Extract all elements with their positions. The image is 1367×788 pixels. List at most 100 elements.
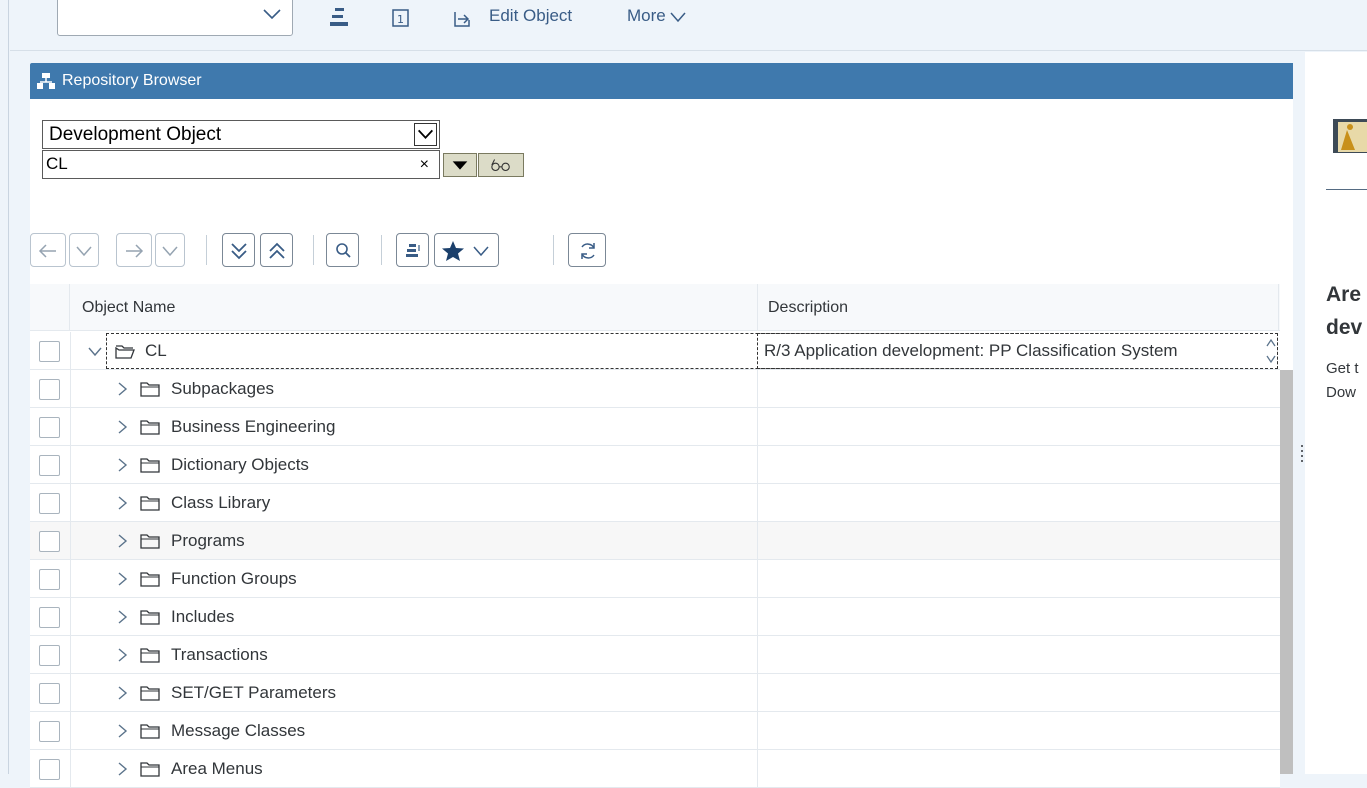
find-button[interactable] — [326, 233, 359, 267]
value-help-dropdown-button[interactable] — [443, 153, 477, 177]
arrow-right-icon — [126, 244, 144, 258]
clear-icon[interactable]: × — [420, 156, 429, 174]
chevron-right-icon[interactable] — [115, 609, 129, 625]
select-column-header[interactable] — [30, 284, 70, 331]
column-divider — [757, 712, 758, 750]
row-checkbox[interactable] — [39, 759, 60, 780]
left-edge — [8, 0, 9, 774]
search-icon — [336, 243, 351, 258]
row-checkbox[interactable] — [39, 531, 60, 552]
tree-node-label: Message Classes — [171, 721, 306, 740]
edit-object-icon[interactable] — [452, 6, 474, 30]
back-history-dropdown[interactable] — [69, 233, 99, 267]
column-divider — [70, 408, 71, 446]
table-row[interactable]: Includes — [30, 598, 1280, 636]
table-row[interactable]: Programs — [30, 522, 1280, 560]
table-row[interactable]: Message Classes — [30, 712, 1280, 750]
chevron-down-icon — [263, 9, 281, 20]
column-header-description[interactable]: Description — [768, 299, 848, 317]
repository-browser-panel: Repository Browser Development Object CL… — [30, 63, 1296, 788]
collapse-all-button[interactable] — [260, 233, 293, 267]
column-divider — [70, 446, 71, 484]
chevron-right-icon[interactable] — [115, 495, 129, 511]
row-checkbox[interactable] — [39, 569, 60, 590]
table-row[interactable]: Dictionary Objects — [30, 446, 1280, 484]
folder-icon — [140, 382, 160, 397]
side-panel-title-line1: Are — [1326, 283, 1362, 306]
panel-header: Repository Browser — [30, 63, 1296, 99]
chevron-down-icon — [473, 246, 489, 257]
chevron-down-icon — [162, 246, 178, 257]
chevron-right-icon[interactable] — [115, 533, 129, 549]
side-panel-link[interactable]: Dow — [1326, 384, 1356, 401]
table-row[interactable]: Business Engineering — [30, 408, 1280, 446]
table-row[interactable]: CL R/3 Application development: PP Class… — [30, 332, 1280, 370]
object-list-button[interactable] — [396, 233, 429, 267]
column-divider — [757, 284, 758, 331]
chevron-right-icon[interactable] — [115, 761, 129, 777]
tree-node-label: Function Groups — [171, 569, 297, 588]
toolbar-separator — [381, 235, 382, 265]
folder-icon — [140, 534, 160, 549]
display-glasses-icon[interactable] — [478, 153, 524, 177]
column-divider — [757, 560, 758, 598]
chevron-right-icon[interactable] — [115, 457, 129, 473]
favorites-button[interactable] — [434, 233, 499, 267]
expand-all-icon — [231, 243, 247, 260]
tree-toolbar — [30, 233, 630, 269]
column-divider — [70, 560, 71, 598]
collapse-all-icon — [269, 242, 285, 259]
chevron-right-icon[interactable] — [115, 419, 129, 435]
row-checkbox[interactable] — [39, 417, 60, 438]
row-checkbox[interactable] — [39, 493, 60, 514]
chevron-right-icon[interactable] — [115, 685, 129, 701]
refresh-button[interactable] — [568, 233, 606, 267]
row-checkbox[interactable] — [39, 379, 60, 400]
object-type-select[interactable]: Development Object — [42, 120, 440, 149]
table-row[interactable]: Class Library — [30, 484, 1280, 522]
tree-node-description: R/3 Application development: PP Classifi… — [764, 341, 1178, 360]
table-row[interactable]: SET/GET Parameters — [30, 674, 1280, 712]
more-button[interactable]: More — [627, 6, 687, 26]
column-divider — [757, 750, 758, 788]
column-divider — [70, 522, 71, 560]
column-divider — [757, 598, 758, 636]
panel-title: Repository Browser — [62, 72, 202, 89]
row-checkbox[interactable] — [39, 645, 60, 666]
table-row[interactable]: Function Groups — [30, 560, 1280, 598]
column-divider — [1278, 284, 1279, 331]
forward-history-dropdown[interactable] — [155, 233, 185, 267]
chevron-down-icon[interactable] — [88, 343, 102, 359]
row-checkbox[interactable] — [39, 455, 60, 476]
row-checkbox[interactable] — [39, 683, 60, 704]
top-combo-box[interactable] — [57, 0, 293, 36]
chevron-right-icon[interactable] — [115, 723, 129, 739]
object-name-input[interactable]: CL × — [42, 150, 440, 179]
column-divider — [70, 484, 71, 522]
forward-button[interactable] — [116, 233, 152, 267]
tree-node-label: Area Menus — [171, 759, 263, 778]
side-info-panel: Are dev Get t Dow — [1305, 52, 1367, 774]
hierarchy-icon[interactable] — [328, 6, 350, 30]
tree-node-label: Class Library — [171, 493, 271, 512]
row-checkbox[interactable] — [39, 607, 60, 628]
table-row[interactable]: Area Menus — [30, 750, 1280, 788]
display-object-list-icon[interactable]: 1 — [390, 6, 412, 30]
column-divider — [70, 674, 71, 712]
chevron-right-icon[interactable] — [115, 571, 129, 587]
chevron-right-icon[interactable] — [115, 647, 129, 663]
folder-icon — [140, 572, 160, 587]
panel-splitter[interactable] — [1293, 52, 1305, 774]
back-button[interactable] — [30, 233, 66, 267]
row-checkbox[interactable] — [39, 721, 60, 742]
table-row[interactable]: Transactions — [30, 636, 1280, 674]
chevron-right-icon[interactable] — [115, 381, 129, 397]
chevron-down-icon[interactable] — [414, 123, 437, 146]
expand-all-button[interactable] — [222, 233, 255, 267]
edit-object-button[interactable]: Edit Object — [489, 6, 572, 26]
column-divider — [70, 712, 71, 750]
column-header-object-name[interactable]: Object Name — [82, 299, 175, 317]
table-row[interactable]: Subpackages — [30, 370, 1280, 408]
scroll-arrows-icon[interactable] — [1266, 336, 1276, 366]
row-checkbox[interactable] — [39, 341, 60, 362]
